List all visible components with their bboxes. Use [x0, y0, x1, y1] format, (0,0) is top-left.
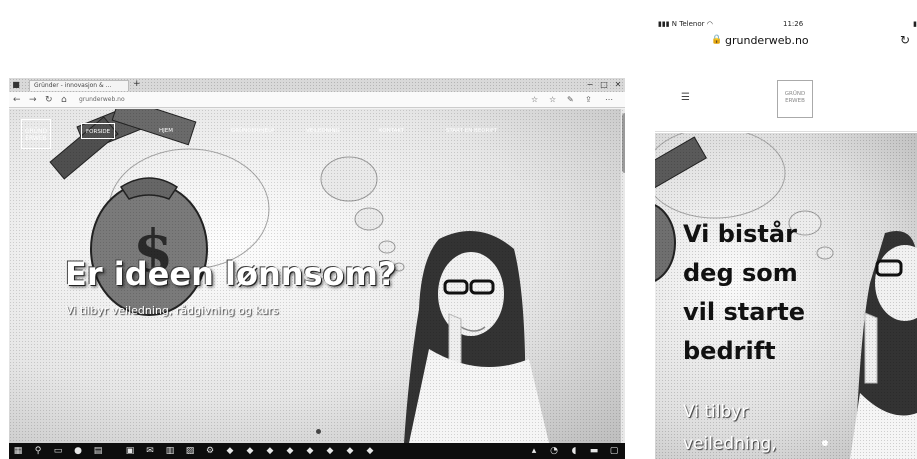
search-icon[interactable]: ⚲: [33, 446, 43, 456]
file-explorer-icon[interactable]: ▤: [93, 446, 103, 456]
hamburger-menu-icon[interactable]: ☰: [681, 92, 690, 103]
pen-icon[interactable]: ✎: [567, 95, 574, 105]
arrow-left-icon[interactable]: ←: [13, 95, 21, 105]
app-icon[interactable]: ◆: [305, 446, 315, 456]
new-tab-button[interactable]: +: [133, 79, 141, 89]
signal-icon: ▮▮▮: [658, 20, 672, 28]
favorites-icon[interactable]: ☆: [549, 95, 556, 105]
app-icon[interactable]: ◆: [345, 446, 355, 456]
site-logo[interactable]: GRÜND ERWEB: [21, 119, 51, 149]
store-icon[interactable]: ▣: [125, 446, 135, 456]
nav-item-forside[interactable]: Forside: [81, 123, 116, 139]
hero-title: Er ideen lønnsom?: [65, 255, 397, 293]
star-icon[interactable]: ☆: [531, 95, 538, 105]
browser-toolbar: ← → ↻ ⌂ grunderweb.no ☆ ☆ ✎ ⇪ ⋯: [9, 92, 625, 108]
carrier-label: ▮▮▮ N Telenor ◠: [658, 18, 713, 30]
vertical-scrollbar[interactable]: [621, 109, 625, 443]
home-icon[interactable]: ⌂: [61, 95, 67, 105]
app-icon[interactable]: ◆: [245, 446, 255, 456]
app-icon[interactable]: ◆: [265, 446, 275, 456]
hero-subtitle: Vi tilbyr veiledning,: [683, 402, 777, 454]
mobile-hero: Vi bistår deg som vil starte bedrift Vi …: [655, 133, 917, 459]
app-icon[interactable]: ◆: [365, 446, 375, 456]
volume-icon[interactable]: ◖: [569, 446, 579, 456]
app-icon[interactable]: ◆: [285, 446, 295, 456]
browser-tab[interactable]: Gründer - innovasjon & ...: [29, 80, 129, 91]
app-icon[interactable]: ◆: [325, 446, 335, 456]
address-bar[interactable]: grunderweb.no: [79, 95, 259, 105]
clock: 11:26: [783, 20, 804, 28]
settings-icon[interactable]: ⚙: [205, 446, 215, 456]
battery-icon[interactable]: ▬: [589, 446, 599, 456]
mobile-address-bar[interactable]: 🔒 grunderweb.no ↻: [655, 32, 917, 50]
tab-actions-icon[interactable]: ■: [11, 80, 21, 89]
more-icon[interactable]: ⋯: [605, 95, 613, 105]
desktop-browser-window: ■ Gründer - innovasjon & ... + − □ ✕ ← →…: [9, 78, 625, 459]
mobile-url[interactable]: grunderweb.no: [725, 34, 809, 47]
minimize-button[interactable]: −: [585, 80, 595, 89]
notification-icon[interactable]: ▢: [609, 446, 619, 456]
site-logo[interactable]: GRÜND ERWEB: [777, 80, 813, 118]
edge-icon[interactable]: ●: [73, 446, 83, 456]
close-window-button[interactable]: ✕: [613, 80, 623, 89]
page-viewport: $ GRÜND ERWEB Forside Hjem Gründerhjelp …: [9, 109, 625, 443]
scrollbar-thumb[interactable]: [622, 113, 625, 173]
tab-title: Gründer - innovasjon & ...: [34, 82, 112, 89]
tab-strip: ■ Gründer - innovasjon & ... + − □ ✕: [9, 78, 625, 92]
nav-item-veiledning[interactable]: Veiledning: [306, 123, 340, 139]
slider-indicator[interactable]: [316, 429, 321, 434]
calendar-icon[interactable]: ▥: [165, 446, 175, 456]
battery-icon: ▮: [913, 20, 917, 28]
nav-item-hjem[interactable]: Hjem: [159, 123, 173, 139]
photos-icon[interactable]: ▨: [185, 446, 195, 456]
nav-item-kontakt[interactable]: Kontakt: [379, 123, 404, 139]
nav-item-grunderhjelp[interactable]: Gründerhjelp: [231, 123, 274, 139]
app-icon[interactable]: ◆: [225, 446, 235, 456]
logo-text: GRÜND ERWEB: [784, 91, 806, 104]
wifi-icon: ◠: [704, 20, 713, 28]
maximize-button[interactable]: □: [599, 80, 609, 89]
hero-title: Vi bistår deg som vil starte bedrift: [683, 220, 805, 365]
windows-taskbar: ▦ ⚲ ▭ ● ▤ ▣ ✉ ▥ ▨ ⚙ ◆ ◆ ◆ ◆ ◆ ◆ ◆ ◆ ▴ ◔ …: [9, 443, 625, 459]
status-bar: ▮▮▮ N Telenor ◠ 11:26 ▮: [655, 18, 917, 30]
mobile-browser: ▮▮▮ N Telenor ◠ 11:26 ▮ 🔒 grunderweb.no …: [655, 0, 917, 459]
logo-text: GRÜND ERWEB: [24, 128, 48, 142]
arrow-right-icon[interactable]: →: [29, 95, 37, 105]
reload-icon[interactable]: ↻: [900, 33, 910, 47]
main-navigation: Forside Hjem Gründerhjelp Veiledning Kon…: [81, 123, 521, 139]
reload-icon[interactable]: ↻: [45, 95, 53, 105]
windows-icon[interactable]: ▦: [13, 446, 23, 456]
nav-item-start-bedrift[interactable]: Start en bedrift: [446, 123, 497, 139]
mobile-site-header: ☰ GRÜND ERWEB: [655, 68, 917, 132]
mail-icon[interactable]: ✉: [145, 446, 155, 456]
task-view-icon[interactable]: ▭: [53, 446, 63, 456]
share-icon[interactable]: ⇪: [585, 95, 592, 105]
system-tray-icon[interactable]: ▴: [529, 446, 539, 456]
network-icon[interactable]: ◔: [549, 446, 559, 456]
carrier-name: N Telenor: [671, 20, 705, 28]
hero-subtitle: Vi tilbyr veiledning, rådgivning og kurs: [66, 304, 279, 317]
lock-icon: 🔒: [711, 35, 723, 45]
